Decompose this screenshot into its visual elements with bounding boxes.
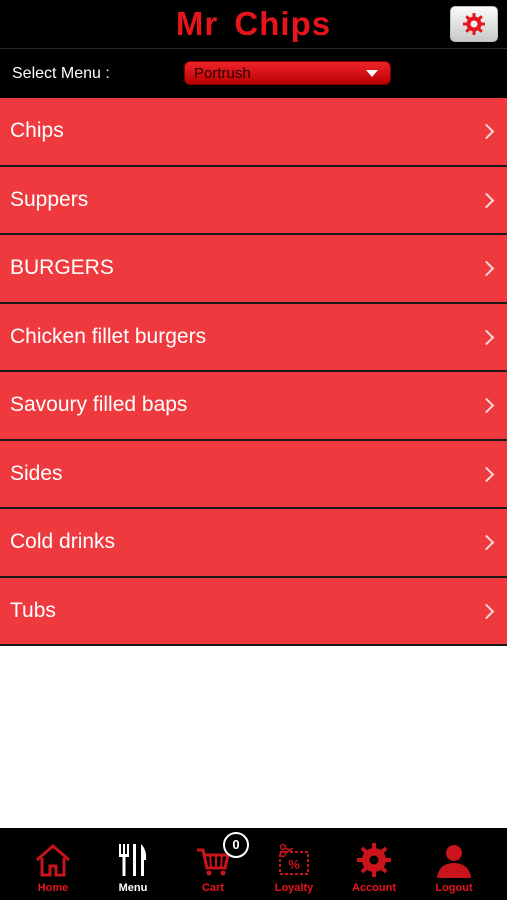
chevron-right-icon — [478, 603, 495, 619]
menu-item-cold-drinks[interactable]: Cold drinks — [0, 509, 507, 578]
cart-count-badge: 0 — [223, 832, 249, 858]
menu-item-chips[interactable]: Chips — [0, 98, 507, 167]
location-select-value: Portrush — [194, 65, 251, 82]
coupon-icon: % — [279, 843, 309, 875]
gear-icon — [357, 843, 391, 877]
tab-cart-label: Cart — [201, 882, 224, 894]
tab-logout[interactable]: Logout — [414, 828, 494, 900]
menu-item-label: Chicken fillet burgers — [10, 324, 207, 348]
user-icon — [437, 845, 471, 878]
chevron-right-icon — [478, 329, 495, 345]
menu-item-label: Chips — [10, 119, 64, 142]
bottom-tab-bar: Home Menu Cart % Loyalty Account Logout — [0, 828, 507, 900]
gear-icon — [463, 13, 485, 35]
menu-item-label: BURGERS — [10, 256, 114, 279]
location-select[interactable]: Portrush — [184, 61, 391, 85]
chevron-right-icon — [478, 192, 495, 208]
tab-menu[interactable]: Menu — [93, 828, 173, 900]
tab-account[interactable]: Account — [334, 828, 414, 900]
tab-home[interactable]: Home — [13, 828, 93, 900]
chevron-right-icon — [478, 466, 495, 482]
menu-item-label: Sides — [10, 461, 63, 485]
menu-item-savoury-filled-baps[interactable]: Savoury filled baps — [0, 372, 507, 441]
chevron-right-icon — [478, 534, 495, 551]
menu-item-tubs[interactable]: Tubs — [0, 577, 507, 646]
menu-list: Chips Suppers BURGERS Chicken fillet bur… — [0, 98, 507, 646]
menu-item-label: Savoury filled baps — [10, 393, 188, 416]
settings-button[interactable] — [450, 6, 498, 42]
tab-menu-label: Menu — [118, 882, 148, 894]
chevron-right-icon — [478, 123, 495, 140]
svg-text:%: % — [288, 857, 300, 872]
caret-down-icon — [366, 70, 378, 77]
menu-item-label: Tubs — [10, 598, 56, 622]
tab-logout-label: Logout — [435, 882, 473, 894]
header-bar: Mr Chips — [0, 0, 507, 49]
menu-item-label: Cold drinks — [10, 530, 116, 553]
tab-account-label: Account — [352, 882, 396, 894]
tab-loyalty[interactable]: % Loyalty — [254, 828, 334, 900]
chevron-right-icon — [478, 397, 495, 414]
home-icon — [36, 844, 70, 877]
tab-home-label: Home — [37, 882, 69, 894]
app-title: Mr Chips — [175, 5, 332, 42]
menu-item-suppers[interactable]: Suppers — [0, 166, 507, 235]
menu-item-sides[interactable]: Sides — [0, 440, 507, 509]
chevron-right-icon — [478, 260, 495, 277]
menu-item-chicken-fillet-burgers[interactable]: Chicken fillet burgers — [0, 303, 507, 372]
fork-knife-icon — [119, 844, 147, 876]
tab-loyalty-label: Loyalty — [274, 882, 314, 894]
select-menu-label: Select Menu : — [12, 65, 110, 82]
menu-item-burgers[interactable]: BURGERS — [0, 235, 507, 304]
menu-item-label: Suppers — [10, 187, 89, 211]
